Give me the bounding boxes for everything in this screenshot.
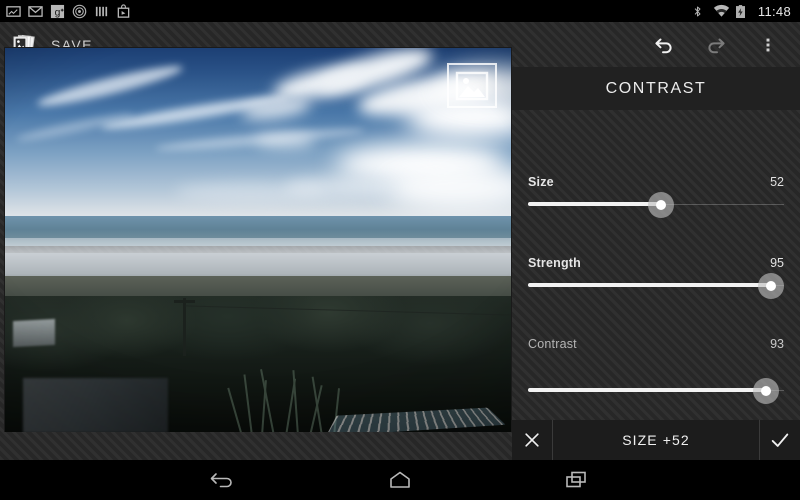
wifi-icon (713, 4, 730, 19)
slider-track-fill-contrast (528, 388, 767, 392)
slider-track-contrast[interactable] (528, 378, 784, 404)
status-bar-notifications: g (0, 3, 131, 19)
edit-action-bar: SIZE +52 (512, 420, 800, 460)
edit-state-label[interactable]: SIZE +52 (553, 420, 759, 460)
photo-vignette (5, 48, 511, 433)
cancel-button[interactable] (512, 420, 553, 460)
slider-knob-strength[interactable] (758, 273, 785, 299)
slider-header-contrast: Contrast 93 (512, 334, 800, 354)
google-plus-icon: g (50, 4, 65, 19)
slider-value-strength: 95 (770, 256, 784, 270)
nav-back-button[interactable] (174, 460, 274, 500)
slider-value-contrast: 93 (770, 337, 784, 351)
slider-header-strength: Strength 95 (512, 253, 800, 273)
photo-frame[interactable] (5, 48, 511, 433)
undo-button[interactable] (638, 22, 690, 67)
battery-charging-icon (735, 4, 750, 19)
slider-row-size[interactable]: Size 52 (512, 172, 800, 218)
slider-label-contrast: Contrast (528, 337, 577, 351)
slider-header-size: Size 52 (512, 172, 800, 192)
photo-image[interactable] (5, 48, 511, 433)
svg-text:g: g (55, 7, 61, 18)
apply-button[interactable] (759, 420, 800, 460)
bars-icon (94, 4, 109, 19)
panel-body: Size 52 Strength 95 Contrast 93 (512, 110, 800, 420)
photo-bottom-strip (0, 432, 512, 460)
image-frame-icon[interactable] (447, 63, 497, 108)
redo-button[interactable] (690, 22, 742, 67)
slider-track-fill-strength (528, 283, 772, 287)
adjustment-panel: CONTRAST Size 52 Strength 95 Contrast 93 (512, 67, 800, 420)
action-bar-right (638, 22, 800, 67)
slider-track-fill-size (528, 202, 662, 206)
panel-title: CONTRAST (512, 67, 800, 110)
slider-row-strength[interactable]: Strength 95 (512, 253, 800, 299)
status-bar-system: 11:48 (691, 4, 800, 19)
nav-home-button[interactable] (350, 460, 450, 500)
screenshot-icon (6, 4, 21, 19)
gmail-icon (28, 4, 43, 19)
slider-label-size: Size (528, 175, 554, 189)
slider-label-strength: Strength (528, 256, 581, 270)
slider-knob-size[interactable] (648, 192, 675, 218)
status-clock: 11:48 (757, 3, 791, 19)
slider-row-contrast[interactable]: Contrast 93 (512, 334, 800, 404)
target-icon (72, 4, 87, 19)
slider-track-strength[interactable] (528, 273, 785, 299)
app-root: g 11:48 SAVE CONTRAST Size 52 Strength 9… (0, 0, 800, 500)
bluetooth-icon (691, 4, 706, 19)
slider-knob-contrast[interactable] (753, 378, 780, 404)
slider-value-size: 52 (770, 175, 784, 189)
status-bar: g 11:48 (0, 0, 800, 22)
nav-recents-button[interactable] (526, 460, 626, 500)
navigation-bar (0, 460, 800, 500)
slider-track-size[interactable] (528, 192, 784, 218)
store-bag-icon (116, 3, 131, 19)
photo-canvas[interactable] (0, 48, 512, 460)
overflow-menu-button[interactable] (742, 22, 794, 67)
